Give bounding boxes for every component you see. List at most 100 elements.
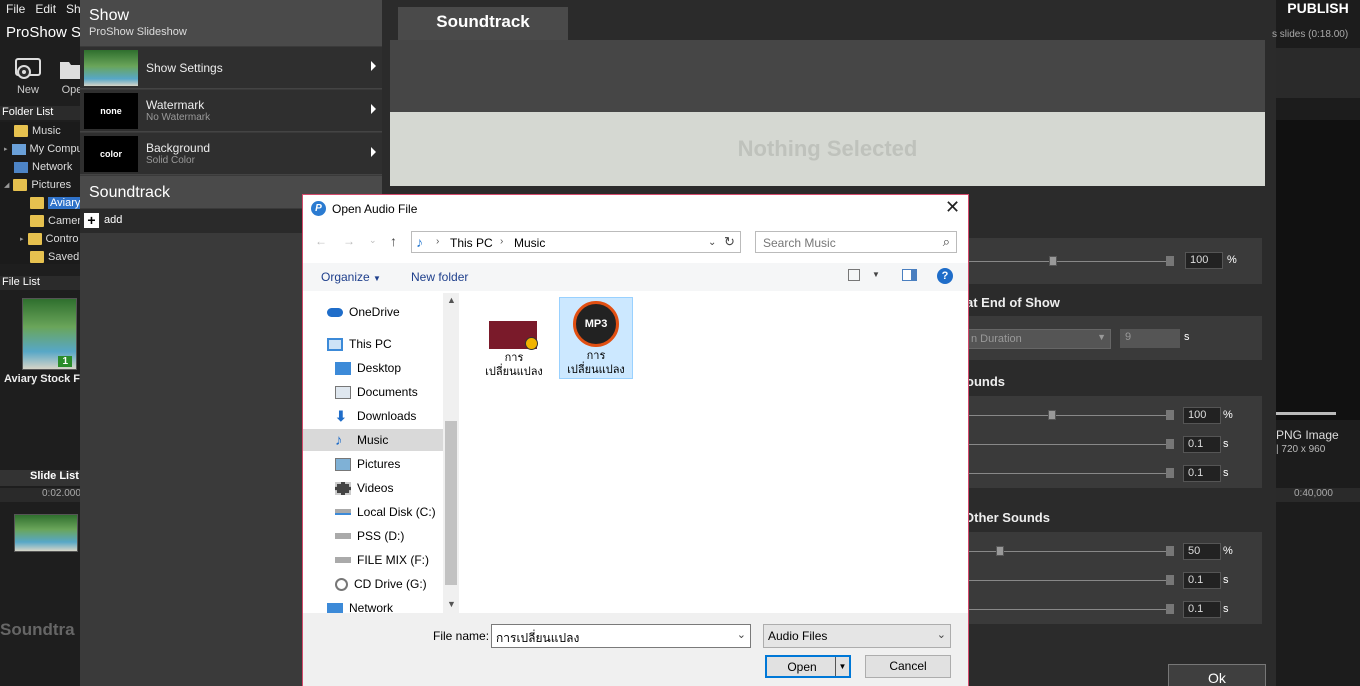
network-icon: [327, 603, 343, 613]
other-fadeout-slider[interactable]: [968, 609, 1168, 610]
nav-label: OneDrive: [349, 305, 400, 319]
duration-input[interactable]: 9: [1120, 329, 1180, 348]
open-button[interactable]: Open ▼: [765, 655, 851, 678]
sounds-fadeout-slider[interactable]: [968, 473, 1168, 474]
usage-badge: 1: [58, 356, 72, 367]
organize-button[interactable]: Organize ▼: [321, 270, 381, 284]
cancel-button[interactable]: Cancel: [865, 655, 951, 678]
slide-timeline: 0:02.000: [0, 488, 80, 502]
address-bar[interactable]: ♪ › This PC › Music ⌄ ↻: [411, 231, 741, 253]
search-icon: ⌕: [942, 234, 950, 249]
slide-thumbnail[interactable]: [14, 514, 78, 552]
show-settings-row[interactable]: Show Settings: [80, 47, 382, 89]
file-type-select[interactable]: Audio Files ⌄: [763, 624, 951, 648]
tree-aviary[interactable]: Aviary: [30, 194, 83, 212]
scroll-thumb[interactable]: [445, 421, 457, 585]
volume-slider-knob[interactable]: [1049, 256, 1057, 266]
file-thumbnail[interactable]: 1: [22, 298, 77, 370]
other-fadein-input[interactable]: 0.1: [1183, 572, 1221, 589]
volume-slider[interactable]: [968, 261, 1168, 262]
nav-label: Desktop: [357, 361, 402, 375]
back-arrow-icon[interactable]: ←: [315, 234, 327, 248]
nav-music[interactable]: ♪ Music: [303, 429, 443, 451]
background-row[interactable]: color Background Solid Color: [80, 133, 382, 175]
background-swatch: color: [84, 136, 138, 172]
forward-arrow-icon[interactable]: →: [343, 234, 355, 248]
soundtrack-title: Soundtrack: [89, 184, 170, 201]
tree-network[interactable]: Network: [14, 158, 72, 176]
chevron-down-icon: ▼: [373, 274, 381, 283]
tree-pictures[interactable]: ◢ Pictures: [4, 176, 71, 194]
other-fadeout-input[interactable]: 0.1: [1183, 601, 1221, 618]
tab-soundtrack[interactable]: Soundtrack: [398, 7, 568, 40]
nothing-selected-placeholder: Nothing Selected: [390, 112, 1265, 186]
image-size: | 720 x 960: [1276, 444, 1326, 455]
menu-show[interactable]: Sh: [66, 2, 80, 18]
other-volume-input[interactable]: 50: [1183, 543, 1221, 560]
chevron-right-icon: [371, 104, 376, 114]
file-item-selected[interactable]: MP3 การเปลี่ยนแปลง: [559, 297, 633, 379]
sounds-volume-knob[interactable]: [1048, 410, 1056, 420]
new-button[interactable]: New: [8, 52, 48, 98]
unit-percent: %: [1223, 545, 1233, 557]
file-name-label: File name:: [433, 629, 490, 643]
duration-value: n Duration: [971, 333, 1022, 345]
up-arrow-icon[interactable]: ↑: [390, 233, 397, 249]
sounds-fadein-input[interactable]: 0.1: [1183, 436, 1221, 453]
chevron-down-icon[interactable]: ⌄: [737, 628, 746, 641]
dialog-footer: File name: การเปลี่ยนแปลง ⌄ Audio Files …: [303, 613, 968, 686]
unit-seconds: s: [1223, 603, 1229, 615]
show-settings-thumbnail: [84, 50, 138, 86]
scroll-up-icon[interactable]: ▲: [447, 295, 456, 305]
preview-pane-icon[interactable]: [902, 269, 917, 281]
tree-control[interactable]: ▸ Contro: [20, 230, 79, 248]
nav-label: Network: [349, 603, 394, 613]
help-icon[interactable]: ?: [937, 268, 953, 284]
sounds-fadein-slider[interactable]: [968, 444, 1168, 445]
volume-input[interactable]: 100: [1185, 252, 1223, 269]
publish-button[interactable]: PUBLISH: [1276, 0, 1360, 18]
open-dropdown-icon[interactable]: ▼: [835, 657, 849, 676]
address-dropdown-icon[interactable]: ⌄: [708, 237, 716, 248]
tree-label: Contro: [45, 233, 79, 245]
search-input[interactable]: Search Music ⌕: [755, 231, 957, 253]
nav-label: Videos: [357, 481, 394, 495]
tree-saved[interactable]: Saved: [30, 248, 79, 266]
file-name-label: การเปลี่ยนแปลง: [567, 350, 625, 376]
new-folder-button[interactable]: New folder: [411, 270, 468, 284]
nav-scrollbar[interactable]: ▲ ▼: [443, 293, 459, 613]
refresh-icon[interactable]: ↻: [724, 234, 735, 250]
view-options-icon[interactable]: [848, 269, 860, 281]
unit-percent: %: [1227, 254, 1237, 266]
drive-icon: [335, 557, 351, 563]
command-bar: Organize ▼ New folder ▼ ?: [303, 263, 968, 291]
image-type: PNG Image: [1276, 428, 1339, 442]
sounds-fadeout-input[interactable]: 0.1: [1183, 465, 1221, 482]
soundtrack-track-label: Soundtra: [0, 620, 75, 639]
ok-button[interactable]: Ok: [1168, 664, 1266, 686]
menu-edit[interactable]: Edit: [35, 2, 56, 18]
view-dropdown-icon[interactable]: ▼: [872, 270, 880, 279]
other-fadein-slider[interactable]: [968, 580, 1168, 581]
tree-my-computer[interactable]: ▸ My Compu: [4, 140, 83, 158]
recent-locations-icon[interactable]: ⌄: [369, 235, 377, 246]
nav-label: Documents: [357, 385, 418, 399]
breadcrumb-music[interactable]: Music: [514, 236, 545, 250]
other-volume-knob[interactable]: [996, 546, 1004, 556]
close-icon[interactable]: ✕: [945, 197, 960, 218]
duration-select[interactable]: n Duration ▼: [964, 329, 1111, 349]
tree-music[interactable]: Music: [14, 122, 61, 140]
sounds-volume-slider[interactable]: [968, 415, 1168, 416]
file-name-input[interactable]: การเปลี่ยนแปลง ⌄: [491, 624, 751, 648]
chevron-down-icon: ⌄: [936, 629, 946, 641]
menu-file[interactable]: File: [6, 2, 25, 18]
watermark-row[interactable]: none Watermark No Watermark: [80, 90, 382, 132]
file-item[interactable]: การเปลี่ยนแปลง: [481, 299, 547, 378]
nav-label: Pictures: [357, 457, 401, 471]
tree-camera[interactable]: Camer: [30, 212, 81, 230]
sounds-volume-input[interactable]: 100: [1183, 407, 1221, 424]
scroll-down-icon[interactable]: ▼: [447, 599, 456, 609]
breadcrumb-this-pc[interactable]: This PC: [450, 236, 493, 250]
nav-label: PSS (D:): [357, 529, 405, 543]
unit-seconds: s: [1223, 467, 1229, 479]
